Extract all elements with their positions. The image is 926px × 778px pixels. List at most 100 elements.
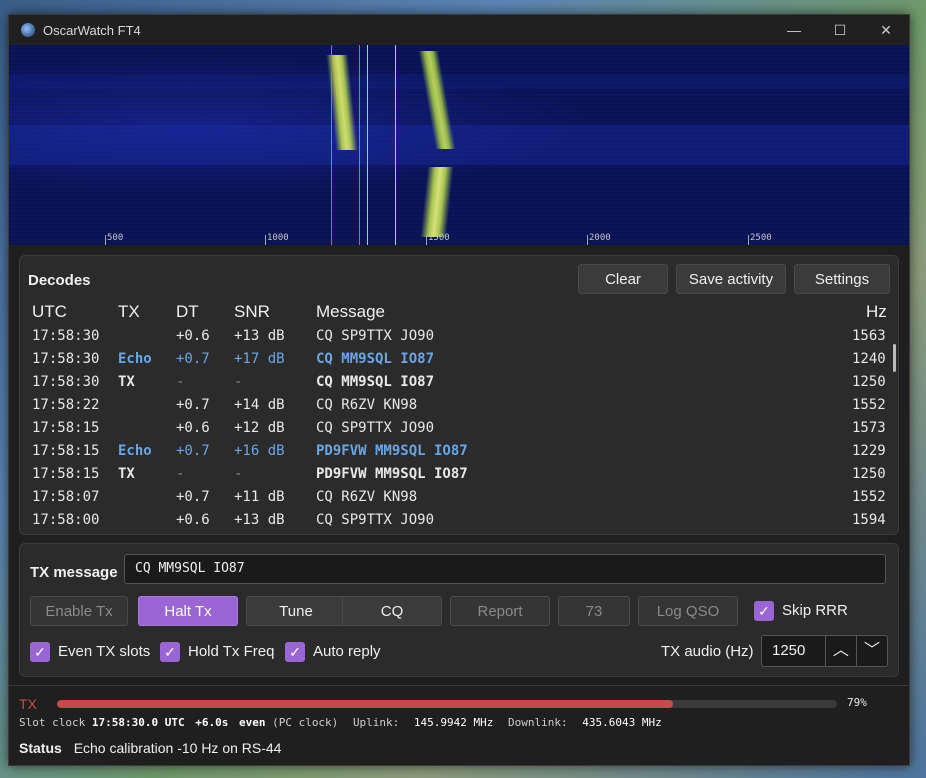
tx-message-input[interactable]: CQ MM9SQL IO87 [124, 554, 886, 584]
slot-parity: even [238, 716, 266, 729]
cq-button[interactable]: CQ [342, 596, 442, 626]
table-row[interactable]: 17:58:15 Echo +0.7 +16 dB PD9FVW MM9SQL … [32, 441, 892, 464]
table-row[interactable]: 17:58:15 +0.6 +12 dB CQ SP9TTX JO90 1573 [32, 418, 892, 441]
cell-tx: Echo [118, 443, 152, 459]
halt-tx-button[interactable]: Halt Tx [138, 596, 238, 626]
col-hz[interactable]: Hz [866, 302, 887, 322]
window-title: OscarWatch FT4 [43, 22, 141, 38]
tx-audio-spinbox[interactable]: 1250 ︿ ﹀ [761, 635, 888, 667]
title-bar: OscarWatch FT4 — ☐ ✕ [9, 15, 909, 45]
cell-message: CQ SP9TTX JO90 [316, 420, 435, 436]
decodes-scrollbar[interactable] [893, 344, 896, 372]
slot-clock-line: Slot clock 17:58:30.0 UTC +6.0s even (PC… [19, 716, 662, 729]
app-window: OscarWatch FT4 — ☐ ✕ 500 1000 1500 2000 … [8, 14, 910, 766]
increment-button[interactable]: ︿ [824, 636, 856, 666]
col-snr[interactable]: SNR [234, 302, 270, 322]
rx-marker-left [331, 45, 332, 245]
report-button[interactable]: Report [450, 596, 550, 626]
cell-snr: +13 dB [234, 328, 285, 344]
uplink-label: Uplink: [352, 716, 400, 729]
cell-hz: 1573 [852, 420, 886, 436]
col-utc[interactable]: UTC [32, 302, 67, 322]
table-row[interactable]: 17:58:30 Echo +0.7 +17 dB CQ MM9SQL IO87… [32, 349, 892, 372]
cell-dt: - [176, 466, 185, 482]
cell-message: CQ SP9TTX JO90 [316, 328, 435, 344]
decodes-list[interactable]: 17:58:30 +0.6 +13 dB CQ SP9TTX JO90 1563… [20, 326, 898, 534]
cell-dt: +0.7 [176, 397, 210, 413]
cell-utc: 17:58:30 [32, 328, 100, 344]
table-row[interactable]: 17:58:15 TX - - PD9FVW MM9SQL IO87 1250 [32, 464, 892, 487]
clear-button[interactable]: Clear [578, 264, 668, 294]
status-text: Echo calibration -10 Hz on RS-44 [73, 740, 282, 756]
log-qso-button[interactable]: Log QSO [638, 596, 738, 626]
status-label: Status [19, 740, 62, 756]
table-row[interactable]: 17:58:30 +0.6 +13 dB CQ SP9TTX JO90 1563 [32, 326, 892, 349]
downlink-value: 435.6043 MHz [582, 716, 662, 729]
table-row[interactable]: 17:58:30 TX - - CQ MM9SQL IO87 1250 [32, 372, 892, 395]
cell-tx: TX [118, 374, 135, 390]
rr73-button[interactable]: 73 [558, 596, 630, 626]
cell-snr: +16 dB [234, 443, 285, 459]
decodes-title: Decodes [28, 272, 91, 289]
cell-tx: Echo [118, 351, 152, 367]
tick-line [587, 235, 588, 245]
tx-message-label: TX message [30, 564, 118, 581]
maximize-button[interactable]: ☐ [817, 15, 863, 45]
cell-message: PD9FVW MM9SQL IO87 [316, 443, 468, 459]
cell-utc: 17:58:15 [32, 420, 100, 436]
slot-clock-value: 17:58:30.0 UTC [91, 716, 185, 729]
cell-hz: 1250 [852, 466, 886, 482]
table-row[interactable]: 17:58:22 +0.7 +14 dB CQ R6ZV KN98 1552 [32, 395, 892, 418]
tx-message-value: CQ MM9SQL IO87 [135, 561, 245, 576]
slot-offset: +6.0s [195, 716, 229, 729]
downlink-label: Downlink: [508, 716, 568, 729]
uplink-value: 145.9942 MHz [413, 716, 494, 729]
cell-utc: 17:58:15 [32, 466, 100, 482]
save-activity-button[interactable]: Save activity [676, 264, 786, 294]
cell-hz: 1229 [852, 443, 886, 459]
settings-button[interactable]: Settings [794, 264, 890, 294]
table-row[interactable]: 17:58:00 +0.6 +13 dB CQ SP9TTX JO90 1594 [32, 510, 892, 533]
tx-progress-bar [57, 700, 837, 708]
decrement-button[interactable]: ﹀ [855, 636, 887, 666]
cell-dt: - [176, 374, 185, 390]
skip-rrr-checkbox[interactable]: ✓ [754, 601, 774, 621]
cell-snr: - [234, 466, 243, 482]
cell-utc: 17:58:30 [32, 374, 100, 390]
tick-line [426, 235, 427, 245]
cell-snr: +12 dB [234, 420, 285, 436]
cell-snr: +13 dB [234, 512, 285, 528]
cell-message: CQ R6ZV KN98 [316, 397, 418, 413]
tick-label: 1000 [267, 233, 289, 243]
cell-utc: 17:58:22 [32, 397, 100, 413]
col-tx[interactable]: TX [118, 302, 140, 322]
table-row[interactable]: 17:58:07 +0.7 +11 dB CQ R6ZV KN98 1552 [32, 487, 892, 510]
hold-freq-checkbox[interactable]: ✓ [160, 642, 180, 662]
close-button[interactable]: ✕ [863, 15, 909, 45]
cell-hz: 1594 [852, 512, 886, 528]
minimize-button[interactable]: — [771, 15, 817, 45]
cell-hz: 1563 [852, 328, 886, 344]
cell-dt: +0.7 [176, 351, 210, 367]
tick-label: 2000 [589, 233, 611, 243]
even-slots-label: Even TX slots [58, 643, 151, 660]
waterfall-display[interactable]: 500 1000 1500 2000 2500 [9, 45, 909, 245]
cell-snr: +11 dB [234, 489, 285, 505]
tx-panel: TX message CQ MM9SQL IO87 Enable Tx Halt… [19, 543, 899, 677]
cell-hz: 1552 [852, 397, 886, 413]
tune-button[interactable]: Tune [246, 596, 346, 626]
cell-dt: +0.6 [176, 512, 210, 528]
auto-reply-label: Auto reply [313, 643, 381, 660]
auto-reply-checkbox[interactable]: ✓ [285, 642, 305, 662]
cell-dt: +0.7 [176, 489, 210, 505]
enable-tx-button[interactable]: Enable Tx [30, 596, 128, 626]
tx-audio-value: 1250 [772, 642, 806, 659]
cell-hz: 1552 [852, 489, 886, 505]
tx-marker-right [395, 45, 396, 245]
col-message[interactable]: Message [316, 302, 385, 322]
cell-message: CQ SP9TTX JO90 [316, 512, 435, 528]
status-area: TX 79% Slot clock 17:58:30.0 UTC +6.0s e… [9, 685, 909, 766]
even-slots-checkbox[interactable]: ✓ [30, 642, 50, 662]
cell-utc: 17:58:30 [32, 351, 100, 367]
col-dt[interactable]: DT [176, 302, 199, 322]
